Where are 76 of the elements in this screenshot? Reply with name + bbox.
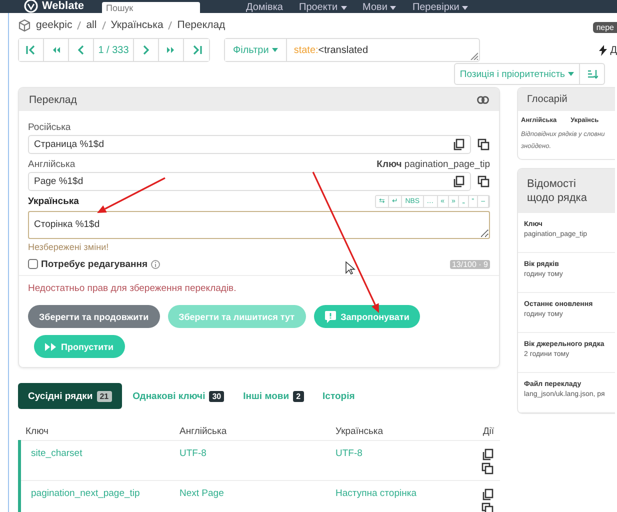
- card-title: Глосарій: [518, 88, 615, 111]
- save-continue-button[interactable]: Зберегти та продовжити: [28, 305, 160, 328]
- copy-icon[interactable]: [482, 448, 494, 461]
- tab[interactable]: Однакові ключі 30: [124, 383, 232, 409]
- slash-icon: [102, 20, 106, 30]
- panel-title: Переклад: [29, 94, 77, 106]
- card-title: Відомості щодо рядка: [518, 169, 615, 213]
- tooltip: пере: [593, 22, 617, 33]
- zen-link[interactable]: Д: [610, 44, 617, 56]
- copy-icon: [453, 138, 465, 151]
- permission-warning: Недостатньо прав для збереження перекладів.: [28, 283, 238, 296]
- language-label: Англійська: [28, 158, 76, 170]
- mouse-pointer-icon: [346, 261, 356, 275]
- caret-icon: [568, 72, 574, 76]
- slash-icon: [168, 20, 172, 30]
- length-counter: 13/100 · 9: [450, 260, 490, 268]
- caret-icon: [390, 6, 396, 10]
- brand-name[interactable]: Weblate: [42, 0, 84, 12]
- search-field[interactable]: Пошук: [102, 2, 200, 13]
- sort-dropdown[interactable]: Позиція і пріоритетність: [454, 63, 580, 85]
- column-header: Англійська: [174, 424, 330, 440]
- translation-field[interactable]: Сторінка %1$d: [28, 211, 490, 239]
- link-icon: [477, 96, 489, 104]
- forward-icon: [165, 44, 177, 56]
- sort-direction-button[interactable]: [580, 63, 605, 85]
- annotation-arrow: [97, 177, 166, 213]
- lightning-icon: [599, 44, 608, 56]
- checkbox-label: Потребує редагування: [41, 258, 148, 270]
- count-badge: 21: [96, 390, 112, 402]
- column-header: Дії: [474, 424, 500, 440]
- key-label: Ключ pagination_page_tip: [376, 158, 490, 170]
- slash-icon: [77, 20, 82, 30]
- breadcrumb-link[interactable]: all: [86, 19, 97, 31]
- clone-icon[interactable]: [477, 138, 490, 151]
- menu-item[interactable]: Перевірки: [412, 2, 468, 13]
- count-badge: 2: [293, 390, 304, 402]
- caret-icon: [462, 6, 468, 10]
- column-header: Ключ: [20, 424, 174, 440]
- skip-button[interactable]: Пропустити: [34, 335, 125, 358]
- key-link[interactable]: site_charset: [20, 440, 174, 480]
- caret-icon: [340, 6, 347, 10]
- clone-icon[interactable]: [481, 502, 494, 512]
- logo-icon: [24, 0, 38, 13]
- language-label: Російська: [28, 122, 71, 132]
- key-link[interactable]: pagination_next_page_tip: [20, 480, 174, 512]
- clone-icon[interactable]: [481, 462, 494, 475]
- breadcrumb-link[interactable]: Переклад: [177, 19, 226, 31]
- first-icon: [25, 44, 37, 56]
- breadcrumb-link[interactable]: Українська: [110, 19, 164, 31]
- menu-item[interactable]: Домівка: [246, 2, 283, 13]
- source-cell[interactable]: Next Page: [174, 480, 330, 512]
- first-button[interactable]: [19, 39, 44, 61]
- info-icon: [150, 260, 160, 268]
- clone-icon[interactable]: [477, 175, 490, 188]
- needs-editing-checkbox[interactable]: [28, 259, 38, 269]
- count-badge: 30: [209, 390, 224, 402]
- last-icon: [190, 44, 202, 56]
- fast-forward-icon: [45, 342, 56, 350]
- translation-cell[interactable]: Наступна сторінка: [330, 480, 474, 512]
- menu-item[interactable]: Проекти: [299, 2, 347, 13]
- cube-icon: [18, 18, 31, 32]
- tab[interactable]: Історія: [314, 383, 363, 409]
- tab[interactable]: Інші мови 2: [235, 383, 312, 409]
- speech-bubble-icon: [324, 310, 336, 322]
- breadcrumb-link[interactable]: geekpic: [36, 19, 72, 31]
- menu-item[interactable]: Мови: [362, 2, 396, 13]
- sort-icon: [586, 69, 598, 79]
- translation-cell[interactable]: UTF-8: [330, 440, 474, 480]
- source-cell[interactable]: UTF-8: [174, 440, 330, 480]
- copy-icon[interactable]: [482, 488, 494, 501]
- status-text: Незбережені зміни!: [28, 242, 110, 252]
- suggest-button[interactable]: Запропонувати: [314, 305, 420, 328]
- column-header: Українська: [330, 424, 474, 440]
- language-label: Українська: [28, 196, 79, 206]
- tab[interactable]: Сусідні рядки 21: [18, 383, 122, 409]
- copy-icon: [453, 175, 465, 188]
